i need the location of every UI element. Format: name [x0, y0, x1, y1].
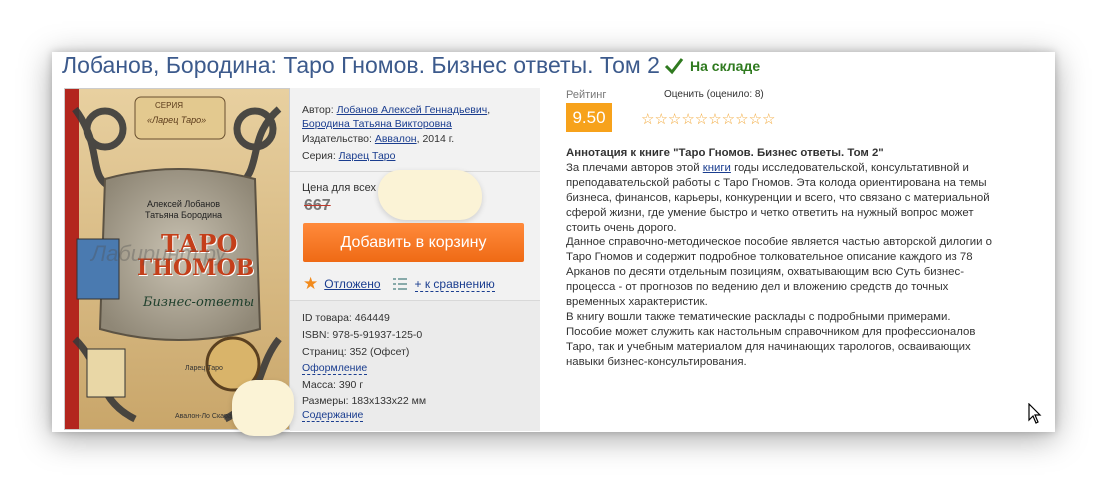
postponed-link[interactable]: Отложено — [324, 277, 380, 291]
annotation-paragraph: За плечами авторов этой книги годы иссле… — [566, 161, 990, 234]
divider — [290, 300, 540, 301]
cover-authors: Алексей Лобанов Татьяна Бородина — [145, 199, 223, 220]
annotation-paragraph: В книгу вошли также тематические расклад… — [566, 310, 976, 368]
publisher-label: Издательство: — [302, 133, 372, 145]
series-label: Серия: — [302, 150, 336, 162]
author-link-borodina[interactable]: Бородина Татьяна Викторовна — [302, 118, 452, 130]
product-id: ID товара: 464449 — [302, 312, 390, 324]
cover-series-name: «Ларец Таро» — [147, 115, 207, 125]
mouse-cursor-icon — [1028, 403, 1042, 424]
publisher-link[interactable]: Аввалон — [375, 133, 417, 145]
rate-label: Оценить (оценило: 8) — [664, 89, 764, 100]
author-row: Автор: Лобанов Алексей Геннадьевич, Боро… — [302, 104, 491, 130]
mass: Масса: 390 г — [302, 379, 364, 391]
cover-subtitle: Бизнес-ответы — [143, 295, 255, 310]
books-link[interactable]: книги — [703, 162, 731, 174]
annotation: Аннотация к книге "Таро Гномов. Бизнес о… — [566, 146, 996, 370]
contents-link[interactable]: Содержание — [302, 409, 364, 422]
author-label: Автор: — [302, 104, 334, 116]
publisher-row: Издательство: Аввалон, 2014 г. — [302, 132, 454, 146]
cover-publisher-logo: Ларец Таро — [185, 365, 223, 372]
redaction-blob — [378, 170, 482, 220]
compare-list-icon[interactable] — [392, 278, 407, 290]
dimensions: Размеры: 183x133x22 мм — [302, 395, 427, 407]
page-title: Лобанов, Бородина: Таро Гномов. Бизнес о… — [62, 52, 660, 78]
rating-stars-input[interactable]: ☆☆☆☆☆☆☆☆☆☆ — [641, 110, 775, 128]
cover-series-label: СЕРИЯ — [155, 101, 183, 110]
author-link-lobanov[interactable]: Лобанов Алексей Геннадьевич — [337, 104, 488, 116]
pages: Страниц: 352 (Офсет) — [302, 346, 410, 358]
annotation-heading: Аннотация к книге "Таро Гномов. Бизнес о… — [566, 147, 884, 159]
redaction-blob — [232, 380, 294, 436]
rating-label: Рейтинг — [566, 89, 607, 101]
checkmark-icon — [664, 58, 684, 75]
book-cover-image[interactable]: СЕРИЯ «Ларец Таро» Алексей Лобанов Татья… — [64, 88, 290, 430]
annotation-paragraph: Данное справочно-методическое пособие яв… — [566, 236, 993, 309]
old-price: 667 — [304, 197, 331, 214]
price-label: Цена для всех — [302, 182, 376, 194]
action-links: ★ Отложено + к сравнению — [303, 274, 495, 294]
compare-link[interactable]: + к сравнению — [414, 277, 495, 292]
star-icon[interactable]: ★ — [303, 274, 318, 294]
cover-watermark: Лабиринт.ру — [91, 241, 227, 266]
rating-value: 9.50 — [566, 103, 612, 132]
add-to-cart-button[interactable]: Добавить в корзину — [303, 223, 524, 262]
isbn: ISBN: 978-5-91937-125-0 — [302, 329, 423, 341]
series-link[interactable]: Ларец Таро — [339, 150, 396, 162]
design-link[interactable]: Оформление — [302, 362, 368, 375]
publication-year: , 2014 г. — [416, 133, 455, 145]
stock-status: На складе — [664, 56, 760, 76]
stock-label: На складе — [690, 58, 761, 74]
series-row: Серия: Ларец Таро — [302, 149, 395, 163]
